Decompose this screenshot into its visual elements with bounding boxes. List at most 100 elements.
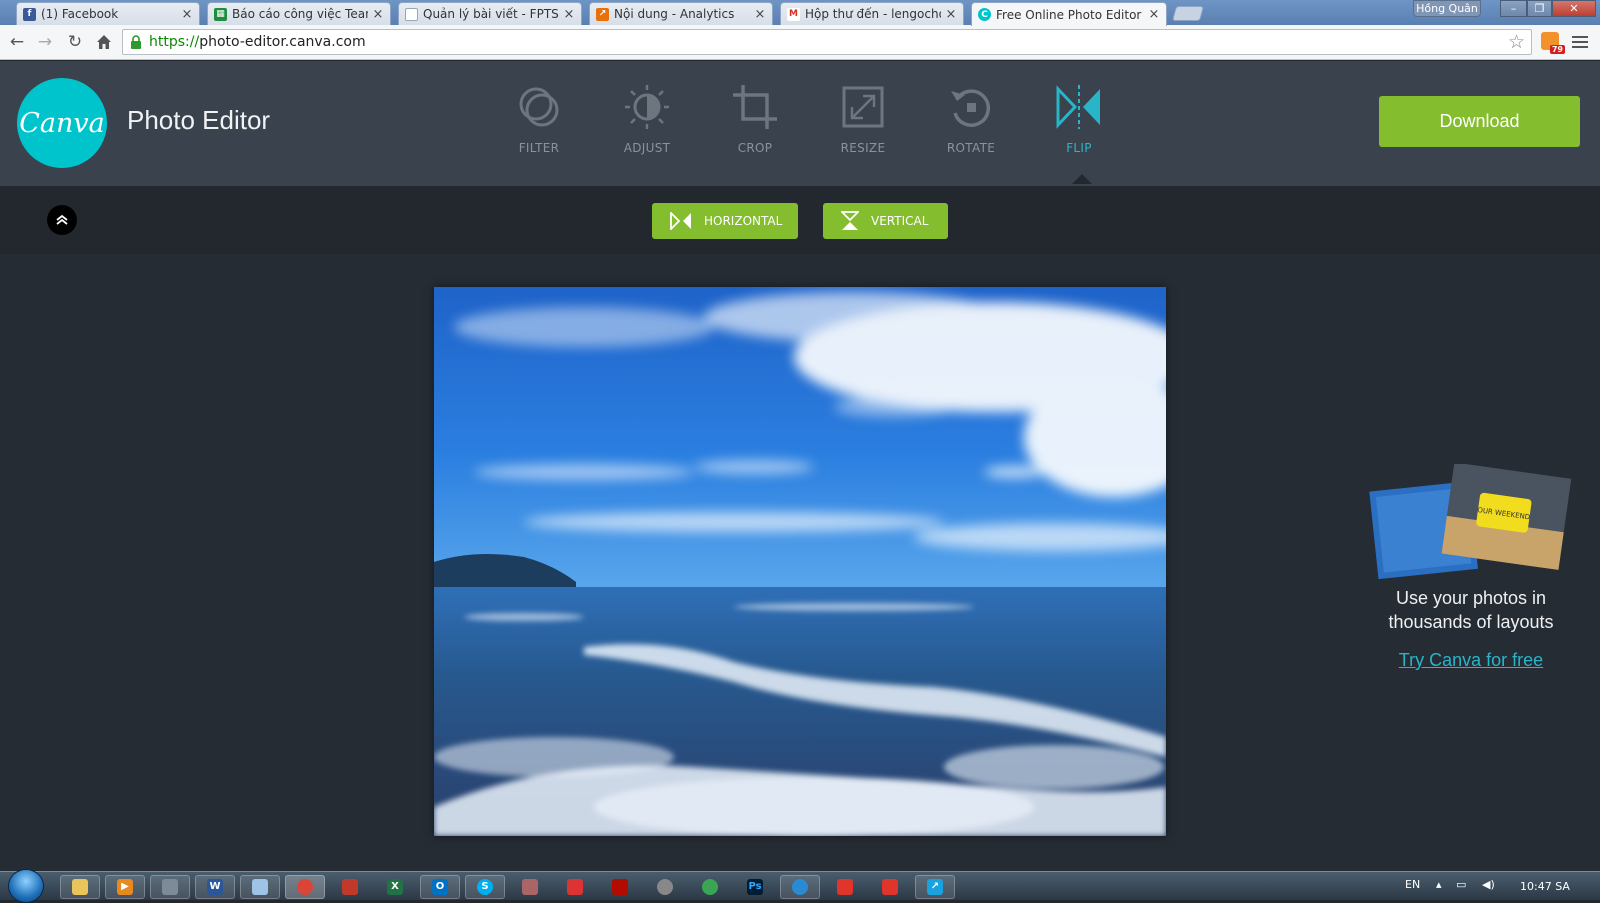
canva-logo[interactable]: Canva <box>17 78 107 168</box>
rss-badge: 79 <box>1549 45 1565 54</box>
app-taskbar-icon[interactable] <box>330 875 370 899</box>
active-tool-caret <box>1072 174 1092 184</box>
network-tray-icon[interactable]: ▭ <box>1456 878 1466 891</box>
address-bar[interactable]: https://photo-editor.canva.com ☆ <box>122 29 1532 55</box>
download-button[interactable]: Download <box>1379 96 1580 147</box>
flip-horizontal-button[interactable]: HORIZONTAL <box>652 203 798 239</box>
tool-label: ADJUST <box>623 141 671 155</box>
url-text: https://photo-editor.canva.com <box>149 34 366 50</box>
tool-crop[interactable]: CROP <box>715 83 795 155</box>
sheets-icon: ▦ <box>214 7 227 21</box>
tool-label: CROP <box>737 141 773 155</box>
tool-filter[interactable]: FILTER <box>499 83 579 155</box>
close-icon[interactable]: × <box>1148 7 1160 22</box>
flip-horizontal-icon <box>670 212 691 230</box>
paint-taskbar-icon[interactable] <box>510 875 550 899</box>
beach-photo-image <box>434 287 1166 836</box>
word-taskbar-icon[interactable]: W <box>195 875 235 899</box>
back-icon[interactable]: ← <box>6 31 28 53</box>
media-player-taskbar-icon[interactable]: ▶ <box>105 875 145 899</box>
rss-extension-icon[interactable]: 79 <box>1541 32 1565 54</box>
settings-taskbar-icon[interactable] <box>645 875 685 899</box>
tool-resize[interactable]: RESIZE <box>823 83 903 155</box>
app-taskbar-icon-5[interactable] <box>870 875 910 899</box>
new-tab-button[interactable] <box>1171 6 1205 21</box>
app-taskbar-icon-6[interactable]: ↗ <box>915 875 955 899</box>
language-indicator[interactable]: EN <box>1405 878 1420 891</box>
notepad-taskbar-icon[interactable] <box>240 875 280 899</box>
browser-tab-strip: f (1) Facebook × ▦ Báo cáo công việc Tea… <box>0 0 1600 26</box>
flip-icon <box>1056 85 1100 129</box>
tab-label: Báo cáo công việc Team C <box>232 7 368 21</box>
tool-label: FILTER <box>518 141 560 155</box>
forward-icon[interactable]: → <box>34 31 56 53</box>
app-taskbar-icon-4[interactable] <box>825 875 865 899</box>
close-icon[interactable]: × <box>754 7 766 22</box>
close-icon[interactable]: × <box>372 7 384 22</box>
app-taskbar-icon-2[interactable] <box>555 875 595 899</box>
tab-label: Nội dung - Analytics <box>614 7 735 21</box>
clock[interactable]: 10:47 SA <box>1520 880 1570 893</box>
window-close-button[interactable]: ✕ <box>1552 0 1596 17</box>
tab-label: (1) Facebook <box>41 7 119 21</box>
flip-horizontal-label: HORIZONTAL <box>704 214 783 228</box>
acrobat-taskbar-icon[interactable] <box>600 875 640 899</box>
browser-toolbar: ← → ↻ https://photo-editor.canva.com ☆ 7… <box>0 25 1600 60</box>
tool-rotate[interactable]: ROTATE <box>931 83 1011 155</box>
excel-taskbar-icon[interactable]: X <box>375 875 415 899</box>
menu-icon[interactable] <box>1572 36 1588 50</box>
tool-adjust[interactable]: ADJUST <box>607 83 687 155</box>
reload-icon[interactable]: ↻ <box>64 31 86 53</box>
collapse-toolbar-button[interactable] <box>47 205 77 235</box>
crop-icon <box>733 85 777 129</box>
tool-flip[interactable]: FLIP <box>1039 83 1119 155</box>
restore-button[interactable]: ❐ <box>1527 0 1552 17</box>
network-taskbar-icon[interactable] <box>150 875 190 899</box>
tab-facebook[interactable]: f (1) Facebook × <box>16 2 200 25</box>
page-icon <box>405 7 418 21</box>
promo-line-1: Use your photos in <box>1395 588 1547 608</box>
analytics-icon: ↗ <box>596 7 609 21</box>
tab-label: Hộp thư đến - lengochong <box>805 7 941 21</box>
start-button[interactable] <box>8 869 44 903</box>
tool-label: RESIZE <box>840 141 886 155</box>
tool-label: FLIP <box>1066 141 1092 155</box>
editor-header: Canva Photo Editor FILTER ADJUST CROP RE… <box>0 61 1600 186</box>
tab-photo-editor[interactable]: C Free Online Photo Editor × <box>971 2 1167 26</box>
canva-favicon-icon: C <box>978 8 991 21</box>
tab-fptshop[interactable]: Quản lý bài viết - FPTShop × <box>398 2 582 25</box>
app-taskbar-icon-3[interactable] <box>690 875 730 899</box>
tab-report-sheet[interactable]: ▦ Báo cáo công việc Team C × <box>207 2 391 25</box>
browser-user-badge[interactable]: Hồng Quân <box>1413 0 1481 17</box>
photoshop-taskbar-icon[interactable]: Ps <box>735 875 775 899</box>
tray-expand-icon[interactable]: ▴ <box>1436 878 1442 891</box>
adjust-icon <box>625 85 669 129</box>
volume-tray-icon[interactable]: ◀) <box>1482 878 1495 891</box>
try-canva-link[interactable]: Try Canva for free <box>1399 650 1543 671</box>
rotate-icon <box>951 89 991 127</box>
flip-options-bar: HORIZONTAL VERTICAL <box>0 186 1600 254</box>
tab-label: Quản lý bài viết - FPTShop <box>423 7 559 21</box>
edited-photo[interactable] <box>434 287 1166 836</box>
promo-line-2: thousands of layouts <box>1388 612 1554 632</box>
tool-label: ROTATE <box>946 141 996 155</box>
close-icon[interactable]: × <box>945 7 957 22</box>
lock-icon <box>131 35 141 49</box>
explorer-taskbar-icon[interactable] <box>60 875 100 899</box>
close-icon[interactable]: × <box>563 7 575 22</box>
home-icon[interactable] <box>93 31 115 53</box>
skype-taskbar-icon[interactable]: S <box>465 875 505 899</box>
tab-label: Free Online Photo Editor <box>996 7 1142 22</box>
facebook-icon: f <box>23 7 36 21</box>
close-icon[interactable]: × <box>181 7 193 22</box>
chat-taskbar-icon[interactable] <box>780 875 820 899</box>
bookmark-star-icon[interactable]: ☆ <box>1508 31 1525 53</box>
layout-cards-image: OUR WEEKEND <box>1369 462 1572 580</box>
flip-vertical-button[interactable]: VERTICAL <box>823 203 948 239</box>
flip-vertical-icon <box>841 211 859 230</box>
tab-gmail[interactable]: M Hộp thư đến - lengochong × <box>780 2 964 25</box>
outlook-taskbar-icon[interactable]: O <box>420 875 460 899</box>
minimize-button[interactable]: – <box>1500 0 1527 17</box>
tab-analytics[interactable]: ↗ Nội dung - Analytics × <box>589 2 773 25</box>
chrome-taskbar-icon[interactable] <box>285 875 325 899</box>
